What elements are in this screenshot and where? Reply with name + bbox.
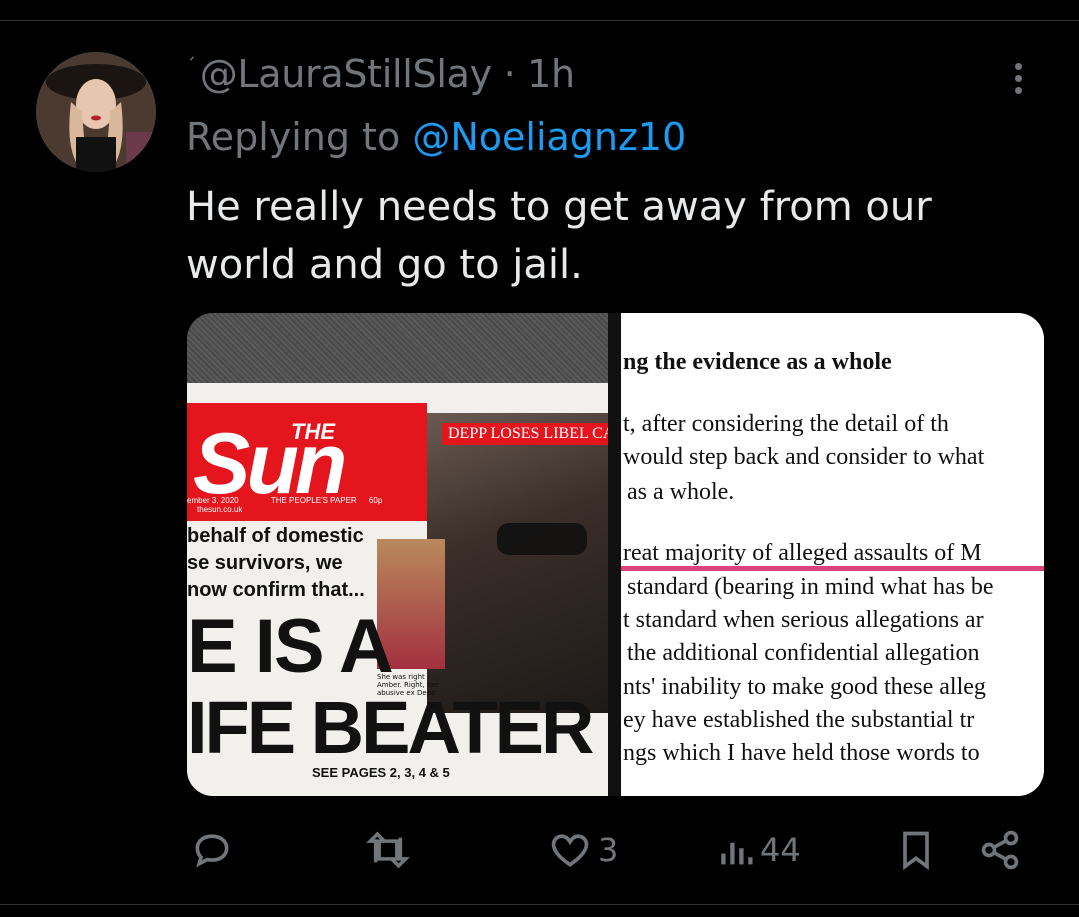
heart-icon: [551, 834, 589, 867]
doc-line: t, after considering the detail of th: [623, 411, 949, 437]
action-bar: 3 44: [0, 820, 1079, 890]
post-text: He really needs to get away from our wor…: [186, 184, 932, 288]
depp-loses-headline: DEPP LOSES LIBEL CA: [442, 423, 608, 445]
doc-heading: ng the evidence as a whole: [623, 349, 892, 375]
doc-line: reat majority of alleged assaults of M: [623, 540, 982, 566]
headline-beater: IFE BEATER: [187, 686, 594, 769]
share-button[interactable]: [978, 820, 1022, 880]
masthead-tagline: THE PEOPLE'S PAPER: [270, 496, 357, 505]
post-time[interactable]: 1h: [527, 52, 575, 96]
doc-line: would step back and consider to what: [623, 444, 985, 470]
dv-line: behalf of domestic: [187, 525, 364, 547]
doc-line: the additional confidential allegation: [627, 640, 980, 666]
sunglasses: [497, 523, 587, 555]
dv-line: now confirm that...: [187, 579, 365, 601]
doc-line: ngs which I have held those words to: [623, 740, 980, 766]
top-divider: [0, 20, 1079, 21]
author-handle[interactable]: @LauraStillSlay: [200, 52, 492, 96]
more-options-icon[interactable]: [1003, 58, 1033, 98]
avatar[interactable]: [36, 52, 156, 172]
views-count: 44: [760, 831, 801, 869]
dv-line: se survivors, we: [187, 552, 343, 574]
retweet-icon: [366, 831, 410, 869]
masthead-sun: Sun: [193, 416, 347, 512]
masthead-url: thesun.co.uk: [197, 505, 243, 514]
views-icon: [721, 842, 753, 865]
like-button[interactable]: 3: [548, 820, 618, 880]
bookmark-button[interactable]: [896, 820, 936, 880]
highlight-underline: [621, 566, 1044, 571]
replying-prefix: Replying to: [186, 115, 401, 159]
masthead-price: 60p: [368, 496, 383, 505]
document-image[interactable]: ng the evidence as a whole t, after cons…: [621, 313, 1044, 796]
dot-separator: ·: [503, 52, 516, 96]
depp-photo: [427, 413, 608, 713]
views-button[interactable]: 44: [718, 820, 801, 880]
newspaper-image[interactable]: THE Sun ember 3, 2020 THE PEOPLE'S PAPER…: [187, 313, 608, 796]
doc-line: t standard when serious allegations ar: [623, 607, 984, 633]
masthead-strip: ember 3, 2020 THE PEOPLE'S PAPER 60p the…: [187, 496, 427, 514]
bottom-divider: [0, 904, 1079, 905]
replying-to: Replying to @Noeliagnz10: [186, 115, 686, 159]
dv-text: behalf of domestic se survivors, we now …: [187, 523, 372, 604]
doc-line: ey have established the substantial tr: [623, 707, 975, 733]
doc-line: nts' inability to make good these alleg: [623, 674, 986, 700]
reply-icon: [195, 834, 229, 868]
see-pages: SEE PAGES 2, 3, 4 & 5: [312, 765, 450, 780]
like-count: 3: [598, 831, 619, 869]
post-header: ˊ @LauraStillSlay · 1h: [186, 52, 575, 96]
share-icon: [981, 830, 1019, 870]
replying-handle[interactable]: @Noeliagnz10: [412, 115, 686, 159]
retweet-button[interactable]: [365, 820, 417, 880]
reply-button[interactable]: [190, 820, 240, 880]
headline-is-a: E IS A: [187, 604, 394, 689]
media-grid[interactable]: THE Sun ember 3, 2020 THE PEOPLE'S PAPER…: [187, 313, 1044, 796]
doc-line: as a whole.: [627, 479, 735, 505]
masthead-date: ember 3, 2020: [187, 496, 239, 505]
bookmark-icon: [903, 831, 929, 871]
verified-mark-icon: ˊ: [186, 54, 196, 79]
doc-line: standard (bearing in mind what has be: [627, 574, 994, 600]
